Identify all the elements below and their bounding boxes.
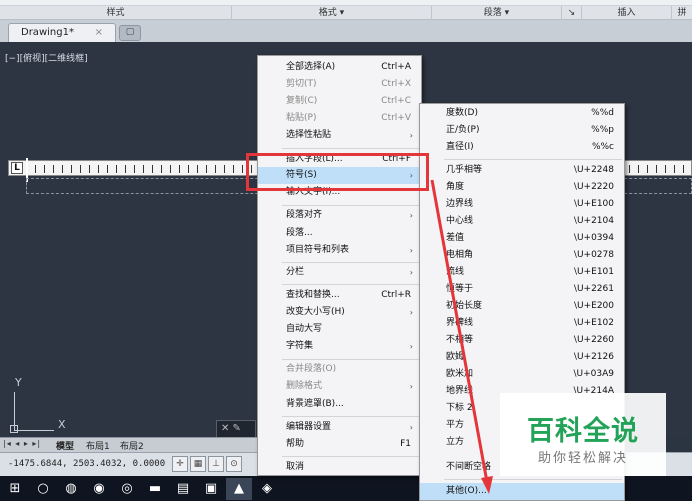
watermark-subtitle: 助你轻松解决 <box>537 451 628 466</box>
watermark: 百科全说 助你轻松解决 <box>500 393 666 476</box>
watermark-title: 百科全说 <box>527 416 639 447</box>
